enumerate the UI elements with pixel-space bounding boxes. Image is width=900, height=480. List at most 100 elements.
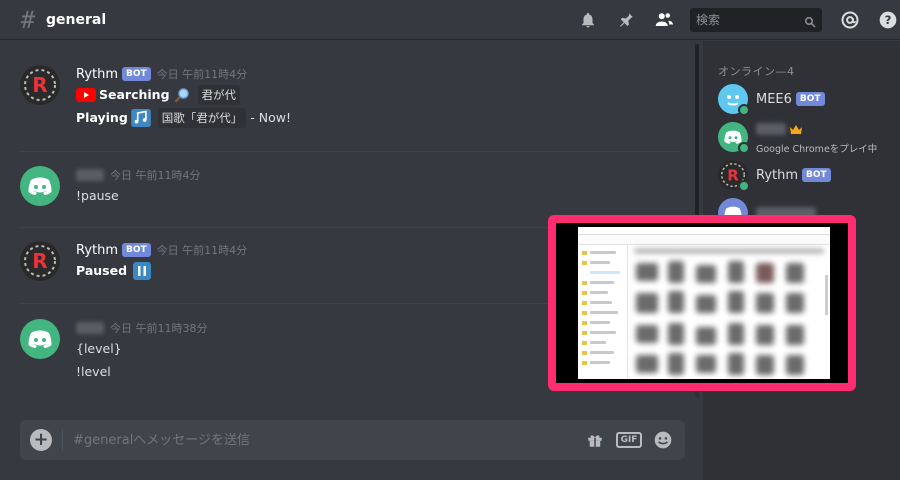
file-thumb — [756, 355, 774, 375]
youtube-icon — [76, 87, 96, 102]
folder-icon — [582, 301, 587, 305]
search-input[interactable] — [696, 13, 796, 27]
rythm-avatar-icon: R — [718, 160, 750, 192]
member-item[interactable]: R Rythm BOT — [718, 157, 898, 193]
file-thumb — [696, 355, 716, 373]
file-grid — [628, 245, 830, 379]
pin-icon[interactable] — [614, 8, 638, 32]
folder-icon — [582, 321, 587, 325]
channel-hash-icon: # — [20, 5, 36, 34]
mee6-avatar-icon — [718, 84, 750, 116]
message-text: {level} — [76, 341, 122, 356]
upload-plus-button[interactable]: + — [30, 429, 52, 451]
discord-avatar-icon[interactable] — [20, 166, 60, 206]
folder-icon — [582, 331, 587, 335]
message-label: Playing — [76, 110, 128, 125]
help-icon[interactable]: ? — [876, 8, 900, 32]
file-thumb — [668, 323, 684, 345]
message-composer: + GIF — [20, 420, 685, 460]
message-input[interactable] — [73, 432, 553, 448]
search-icon — [804, 13, 816, 32]
gif-label: GIF — [615, 432, 643, 448]
music-notes-icon — [130, 108, 151, 127]
file-thumb — [728, 291, 744, 313]
message-author[interactable] — [76, 169, 104, 181]
folder-icon — [582, 281, 587, 285]
screen-share-preview[interactable] — [548, 215, 856, 391]
rythm-avatar-icon[interactable]: R — [20, 65, 60, 105]
file-thumb — [786, 293, 804, 313]
composer-divider — [62, 429, 63, 451]
online-status-icon — [738, 104, 750, 116]
window-titlebar — [578, 227, 830, 235]
file-thumb — [756, 293, 774, 313]
folder-line — [590, 311, 618, 314]
discord-avatar-icon[interactable] — [20, 319, 60, 359]
file-thumb — [756, 325, 774, 345]
file-thumb — [786, 263, 804, 283]
message-line: Playing 国歌「君が代」 - Now! — [76, 106, 676, 129]
file-thumb — [668, 261, 684, 283]
folder-line — [590, 251, 616, 254]
svg-text:R: R — [727, 166, 739, 184]
online-header: オンライン—4 — [718, 65, 795, 78]
channel-name: general — [46, 11, 107, 28]
folder-line — [590, 331, 616, 334]
file-thumb — [696, 327, 716, 345]
message-label: Searching — [99, 87, 170, 102]
folder-line — [590, 261, 610, 264]
svg-text:R: R — [32, 73, 47, 97]
folder-line — [590, 281, 614, 284]
file-thumb — [728, 353, 744, 375]
message-label: Paused — [76, 263, 128, 278]
inline-code: 国歌「君が代」 — [157, 107, 247, 128]
message-text: !pause — [76, 188, 119, 203]
bot-badge: BOT — [795, 92, 825, 106]
member-item[interactable]: MEE6 BOT — [718, 81, 898, 117]
folder-icon — [582, 291, 587, 295]
file-thumb — [636, 325, 658, 343]
folder-icon — [582, 311, 587, 315]
file-thumb — [728, 261, 744, 283]
online-status-icon — [738, 180, 750, 192]
file-thumb — [696, 265, 716, 283]
folder-line — [590, 301, 612, 304]
message-author[interactable]: Rythm — [76, 243, 118, 258]
file-thumb — [786, 325, 804, 345]
folder-tree — [578, 245, 628, 379]
member-item[interactable]: Google Chromeをプレイ中 — [718, 119, 898, 155]
window-toolbar — [578, 235, 830, 245]
folder-line — [590, 271, 620, 274]
file-grid-scrollbar — [825, 275, 828, 315]
folder-line — [590, 321, 610, 324]
file-thumb — [696, 295, 716, 313]
message-text: !level — [76, 364, 111, 379]
folder-line — [590, 351, 614, 354]
bot-badge: BOT — [122, 67, 151, 81]
bell-icon[interactable] — [576, 8, 600, 32]
gift-icon[interactable] — [583, 428, 607, 452]
gif-button[interactable]: GIF — [615, 428, 643, 452]
bot-badge: BOT — [122, 243, 151, 257]
member-list-icon[interactable] — [652, 8, 676, 32]
file-thumb — [636, 263, 658, 281]
message-text: - Now! — [250, 110, 291, 125]
folder-icon — [582, 361, 587, 365]
message-author[interactable]: Rythm — [76, 67, 118, 82]
message-author[interactable] — [76, 322, 104, 334]
magnifier-icon — [173, 86, 191, 104]
member-name — [756, 123, 786, 135]
svg-text:R: R — [32, 249, 47, 273]
folder-line — [590, 291, 608, 294]
message-line: !pause — [76, 184, 676, 207]
emoji-icon[interactable] — [651, 428, 675, 452]
rythm-avatar-icon[interactable]: R — [20, 241, 60, 281]
member-activity: Google Chromeをプレイ中 — [756, 143, 878, 155]
folder-icon — [582, 261, 587, 265]
inline-code: 君が代 — [197, 84, 241, 105]
mention-icon[interactable] — [838, 8, 862, 32]
message-timestamp: 今日 午前11時4分 — [110, 169, 201, 182]
folder-line — [590, 341, 606, 344]
search-box[interactable] — [690, 8, 822, 32]
folder-icon — [582, 351, 587, 355]
